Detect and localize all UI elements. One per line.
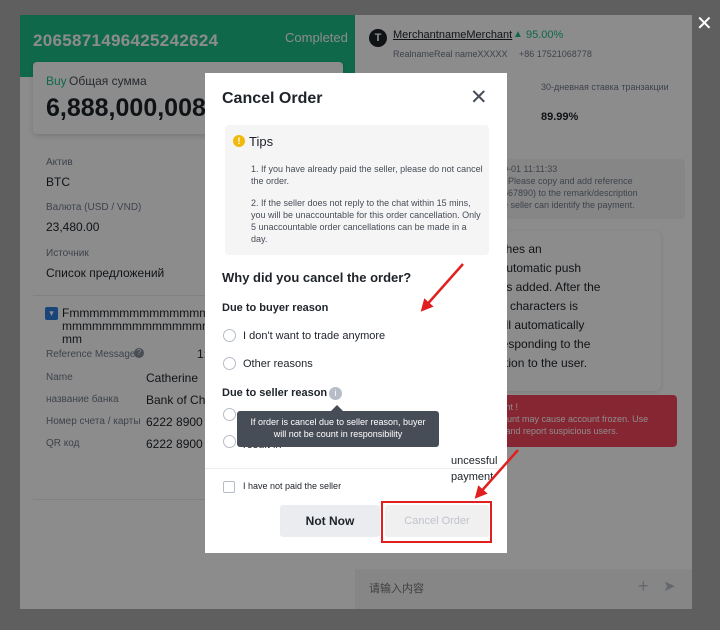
annotation-arrows (420, 263, 519, 499)
arrow-annotation (474, 449, 519, 499)
arrow-annotation (420, 263, 464, 312)
